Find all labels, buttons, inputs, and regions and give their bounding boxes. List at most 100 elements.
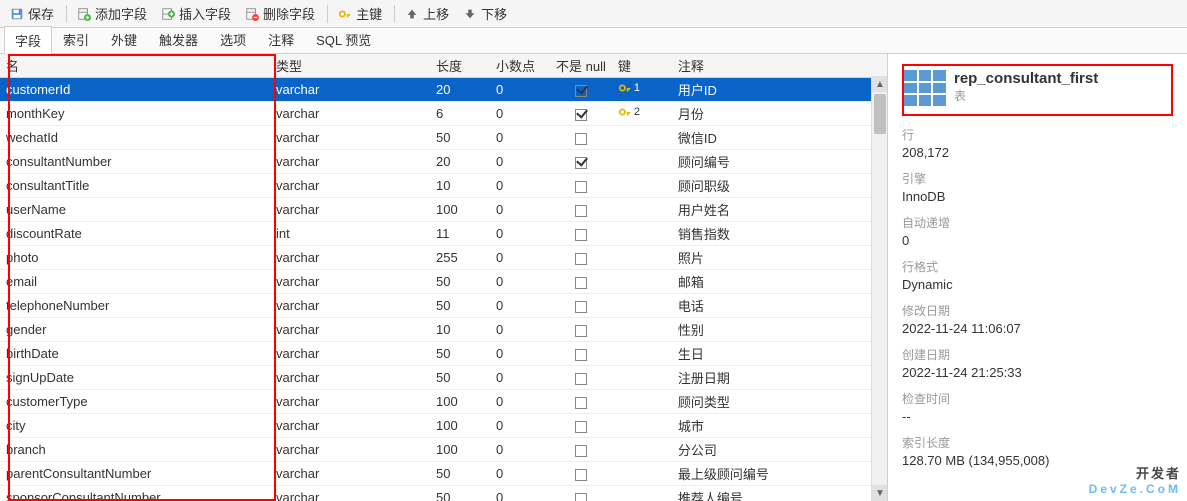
cell-name[interactable]: monthKey: [0, 102, 270, 126]
cell-name[interactable]: customerId: [0, 78, 270, 102]
cell-name[interactable]: consultantTitle: [0, 174, 270, 198]
cell-key[interactable]: [612, 294, 672, 318]
table-row[interactable]: birthDatevarchar500生日: [0, 342, 887, 366]
tab-5[interactable]: 注释: [257, 25, 305, 53]
table-row[interactable]: userNamevarchar1000用户姓名: [0, 198, 887, 222]
col-header-key[interactable]: 键: [612, 54, 672, 78]
checkbox-icon[interactable]: [575, 397, 587, 409]
checkbox-icon[interactable]: [575, 133, 587, 145]
cell-length[interactable]: 20: [430, 150, 490, 174]
tab-6[interactable]: SQL 预览: [305, 25, 382, 53]
cell-decimal[interactable]: 0: [490, 414, 550, 438]
checkbox-icon[interactable]: [575, 301, 587, 313]
cell-decimal[interactable]: 0: [490, 174, 550, 198]
table-row[interactable]: photovarchar2550照片: [0, 246, 887, 270]
cell-name[interactable]: userName: [0, 198, 270, 222]
checkbox-icon[interactable]: [575, 373, 587, 385]
cell-length[interactable]: 10: [430, 174, 490, 198]
col-header-comment[interactable]: 注释: [672, 54, 887, 78]
cell-notnull[interactable]: [550, 222, 612, 246]
cell-type[interactable]: varchar: [270, 270, 430, 294]
table-row[interactable]: branchvarchar1000 分公司: [0, 438, 887, 462]
cell-key[interactable]: [612, 222, 672, 246]
checkbox-icon[interactable]: [575, 349, 587, 361]
cell-decimal[interactable]: 0: [490, 366, 550, 390]
cell-notnull[interactable]: [550, 486, 612, 501]
checkbox-icon[interactable]: [575, 493, 587, 501]
cell-name[interactable]: discountRate: [0, 222, 270, 246]
cell-comment[interactable]: 月份: [672, 102, 887, 126]
cell-name[interactable]: parentConsultantNumber: [0, 462, 270, 486]
save-button[interactable]: 保存: [4, 2, 60, 25]
table-row[interactable]: cityvarchar1000城市: [0, 414, 887, 438]
cell-name[interactable]: branch: [0, 438, 270, 462]
cell-key[interactable]: 1: [612, 78, 672, 102]
cell-decimal[interactable]: 0: [490, 318, 550, 342]
cell-decimal[interactable]: 0: [490, 126, 550, 150]
cell-key[interactable]: [612, 246, 672, 270]
cell-type[interactable]: varchar: [270, 246, 430, 270]
cell-length[interactable]: 50: [430, 486, 490, 501]
cell-name[interactable]: telephoneNumber: [0, 294, 270, 318]
cell-type[interactable]: varchar: [270, 150, 430, 174]
cell-notnull[interactable]: [550, 270, 612, 294]
cell-name[interactable]: gender: [0, 318, 270, 342]
cell-decimal[interactable]: 0: [490, 102, 550, 126]
cell-comment[interactable]: 分公司: [672, 438, 887, 462]
cell-key[interactable]: 2: [612, 102, 672, 126]
cell-type[interactable]: varchar: [270, 198, 430, 222]
cell-decimal[interactable]: 0: [490, 222, 550, 246]
table-row[interactable]: customerTypevarchar1000顾问类型: [0, 390, 887, 414]
cell-type[interactable]: varchar: [270, 438, 430, 462]
cell-decimal[interactable]: 0: [490, 486, 550, 501]
delete-field-button[interactable]: 删除字段: [239, 2, 321, 25]
tab-2[interactable]: 外键: [100, 25, 148, 53]
cell-type[interactable]: varchar: [270, 78, 430, 102]
checkbox-icon[interactable]: [575, 253, 587, 265]
cell-name[interactable]: birthDate: [0, 342, 270, 366]
cell-comment[interactable]: 用户姓名: [672, 198, 887, 222]
cell-key[interactable]: [612, 462, 672, 486]
cell-notnull[interactable]: [550, 174, 612, 198]
cell-name[interactable]: photo: [0, 246, 270, 270]
cell-notnull[interactable]: [550, 390, 612, 414]
cell-comment[interactable]: 邮箱: [672, 270, 887, 294]
cell-notnull[interactable]: [550, 126, 612, 150]
cell-key[interactable]: [612, 198, 672, 222]
table-row[interactable]: parentConsultantNumbervarchar500最上级顾问编号: [0, 462, 887, 486]
cell-comment[interactable]: 电话: [672, 294, 887, 318]
cell-length[interactable]: 50: [430, 270, 490, 294]
scroll-down-arrow[interactable]: ▼: [872, 485, 887, 501]
cell-type[interactable]: varchar: [270, 366, 430, 390]
tab-0[interactable]: 字段: [4, 26, 52, 54]
cell-decimal[interactable]: 0: [490, 438, 550, 462]
table-row[interactable]: consultantNumbervarchar200顾问编号: [0, 150, 887, 174]
cell-type[interactable]: varchar: [270, 102, 430, 126]
move-down-button[interactable]: 下移: [457, 2, 513, 25]
cell-length[interactable]: 100: [430, 198, 490, 222]
cell-key[interactable]: [612, 126, 672, 150]
col-header-name[interactable]: 名: [0, 54, 270, 78]
cell-length[interactable]: 6: [430, 102, 490, 126]
cell-name[interactable]: customerType: [0, 390, 270, 414]
checkbox-icon[interactable]: [575, 445, 587, 457]
col-header-length[interactable]: 长度: [430, 54, 490, 78]
cell-type[interactable]: varchar: [270, 342, 430, 366]
cell-length[interactable]: 100: [430, 438, 490, 462]
cell-comment[interactable]: 生日: [672, 342, 887, 366]
table-row[interactable]: wechatIdvarchar500微信ID: [0, 126, 887, 150]
cell-decimal[interactable]: 0: [490, 246, 550, 270]
cell-comment[interactable]: 销售指数: [672, 222, 887, 246]
checkbox-icon[interactable]: [575, 229, 587, 241]
cell-comment[interactable]: 城市: [672, 414, 887, 438]
cell-key[interactable]: [612, 270, 672, 294]
checkbox-icon[interactable]: [575, 469, 587, 481]
cell-type[interactable]: varchar: [270, 294, 430, 318]
table-row[interactable]: emailvarchar500邮箱: [0, 270, 887, 294]
table-row[interactable]: gendervarchar100性别: [0, 318, 887, 342]
cell-type[interactable]: varchar: [270, 126, 430, 150]
cell-notnull[interactable]: [550, 198, 612, 222]
checkbox-icon[interactable]: [575, 181, 587, 193]
cell-length[interactable]: 50: [430, 126, 490, 150]
cell-key[interactable]: [612, 342, 672, 366]
